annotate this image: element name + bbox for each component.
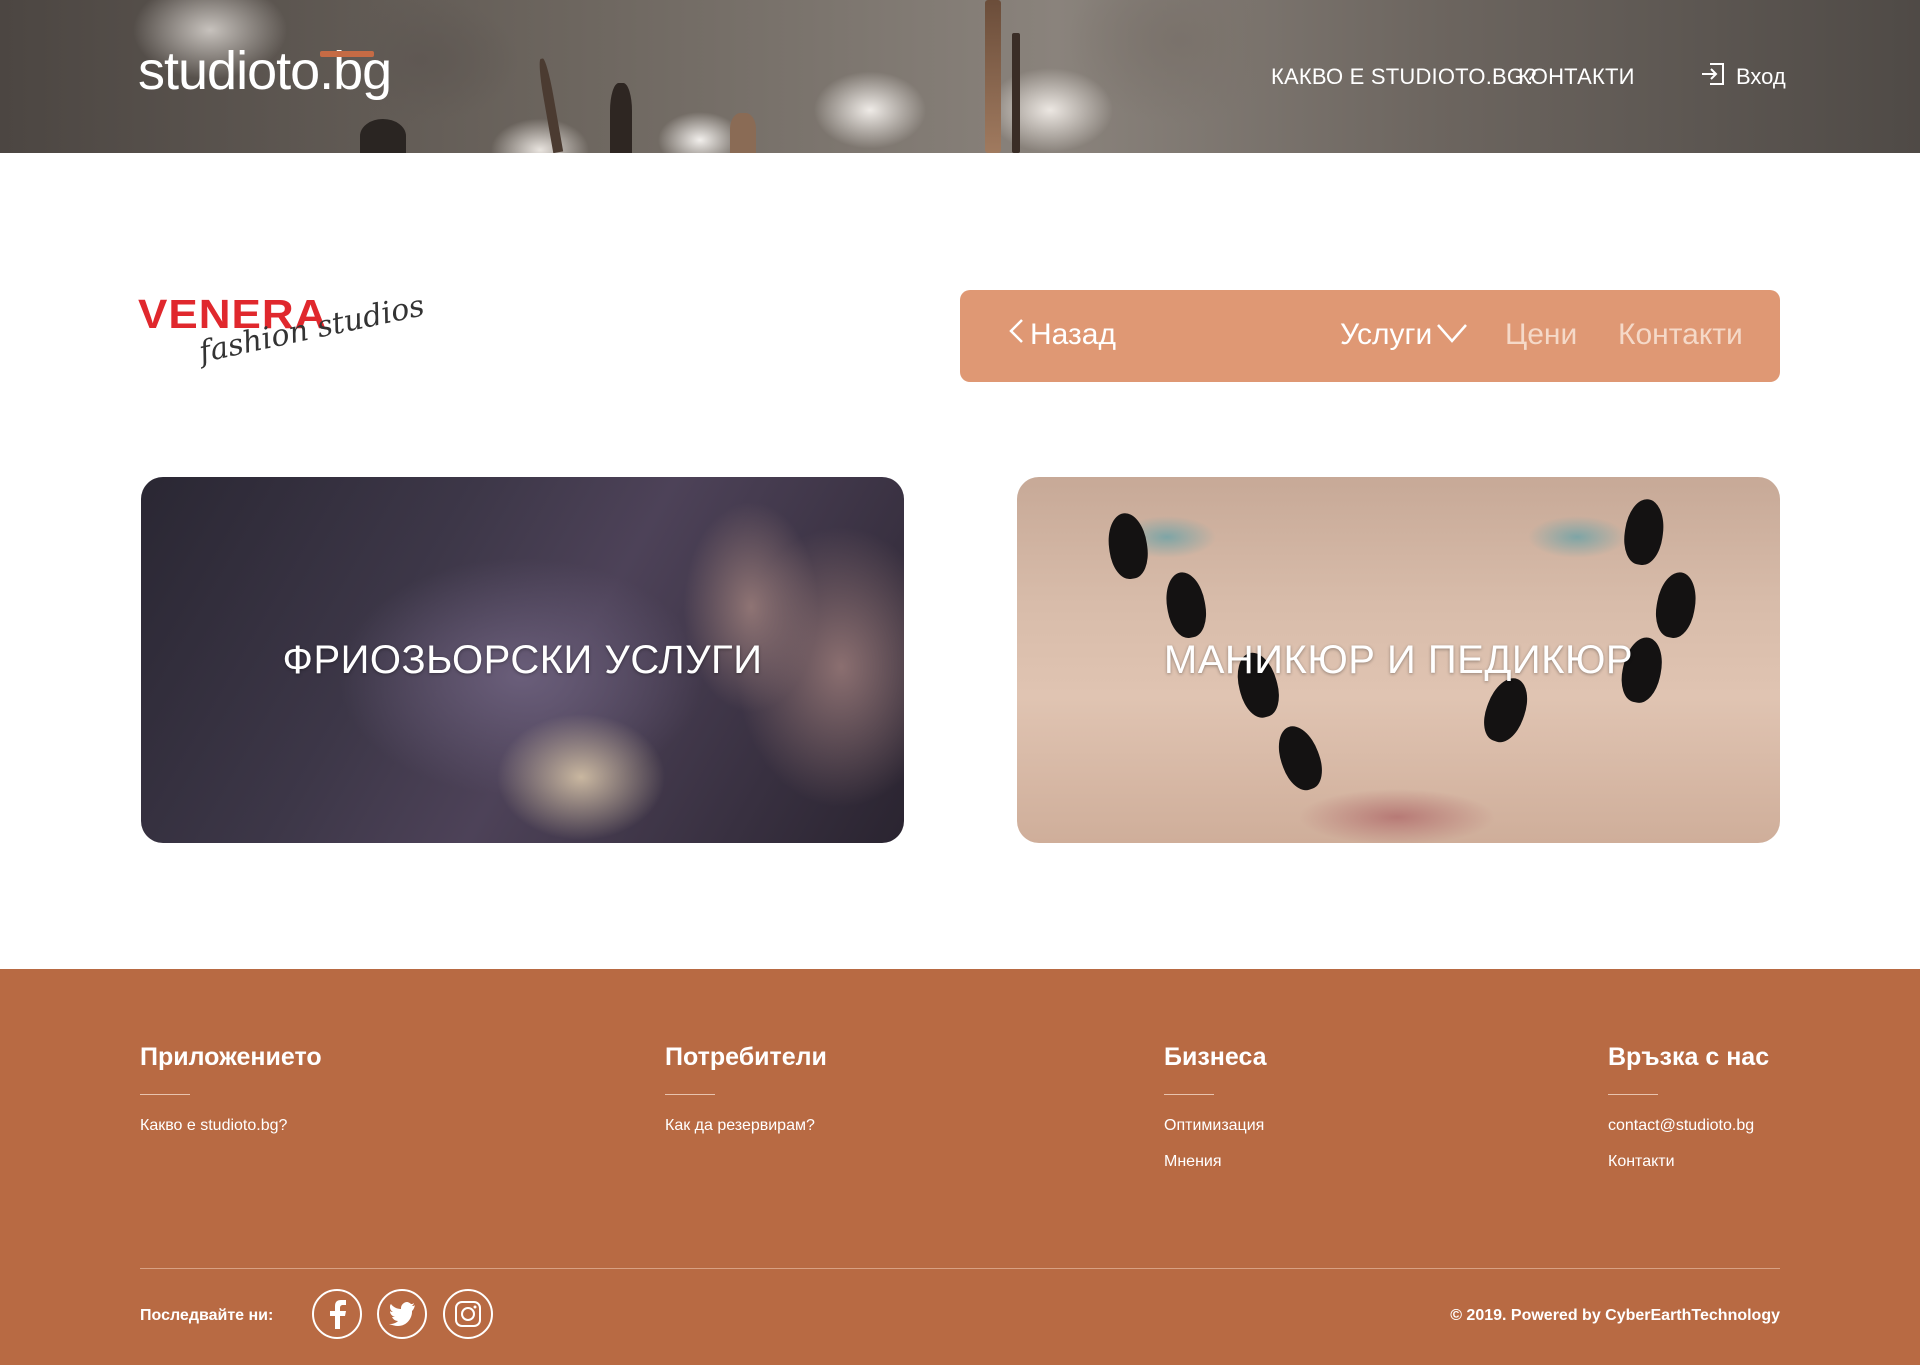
services-dropdown[interactable]: Услуги — [1340, 318, 1468, 352]
back-label: Назад — [1030, 318, 1116, 351]
login-label: Вход — [1736, 64, 1786, 89]
instagram-icon[interactable] — [443, 1289, 493, 1339]
site-logo-text: studioto.bg — [138, 41, 392, 101]
salon-nav-bar: Назад Услуги Цени Контакти — [960, 290, 1780, 382]
nav-contacts[interactable]: КОНТАКТИ — [1518, 64, 1635, 90]
footer-divider — [1164, 1094, 1214, 1095]
footer-link[interactable]: Как да резервирам? — [665, 1117, 827, 1135]
comb-icon — [320, 51, 374, 57]
footer-column-title: Потребители — [665, 1043, 827, 1071]
copyright-text: © 2019. Powered by CyberEarthTechnology — [1450, 1307, 1780, 1324]
twitter-icon[interactable] — [377, 1289, 427, 1339]
prices-link[interactable]: Цени — [1505, 318, 1577, 352]
service-card-hair[interactable]: ФРИОЗЬОРСКИ УСЛУГИ — [141, 477, 904, 843]
footer-link[interactable]: Оптимизация — [1164, 1117, 1267, 1135]
footer-column-title: Връзка с нас — [1608, 1043, 1770, 1071]
brush-decoration — [610, 83, 632, 153]
footer: Приложението Какво е studioto.bg? Потреб… — [0, 969, 1920, 1365]
footer-column-title: Приложението — [140, 1043, 322, 1071]
brush-decoration — [536, 57, 564, 153]
login-icon — [1700, 62, 1726, 92]
back-link[interactable]: Назад — [1008, 318, 1116, 352]
footer-divider — [1608, 1094, 1658, 1095]
chevron-left-icon — [1008, 318, 1024, 352]
footer-column-business: Бизнеса Оптимизация Мнения — [1164, 1043, 1267, 1189]
brush-decoration — [1012, 33, 1020, 153]
brush-decoration — [985, 0, 1001, 153]
footer-divider — [665, 1094, 715, 1095]
footer-column-users: Потребители Как да резервирам? — [665, 1043, 827, 1153]
services-label: Услуги — [1340, 318, 1433, 351]
follow-label: Последвайте ни: — [140, 1307, 274, 1324]
footer-column-title: Бизнеса — [1164, 1043, 1267, 1071]
service-card-title: ФРИОЗЬОРСКИ УСЛУГИ — [282, 637, 763, 682]
nav-what-is[interactable]: КАКВО Е STUDIOTO.BG? — [1271, 64, 1537, 90]
footer-link[interactable]: Какво е studioto.bg? — [140, 1117, 322, 1135]
salon-logo: VENERA fashion studios — [138, 288, 428, 392]
header-banner: studioto.bg КАКВО Е STUDIOTO.BG? КОНТАКТ… — [0, 0, 1920, 153]
service-card-nails[interactable]: МАНИКЮР И ПЕДИКЮР — [1017, 477, 1780, 843]
brush-decoration — [360, 119, 406, 153]
footer-email-link[interactable]: contact@studioto.bg — [1608, 1117, 1769, 1135]
service-card-title: МАНИКЮР И ПЕДИКЮР — [1163, 637, 1634, 682]
contacts-link[interactable]: Контакти — [1618, 318, 1743, 352]
brush-decoration — [730, 113, 756, 153]
login-button[interactable]: Вход — [1700, 62, 1786, 92]
footer-column-app: Приложението Какво е studioto.bg? — [140, 1043, 322, 1153]
footer-link[interactable]: Контакти — [1608, 1153, 1769, 1171]
footer-column-contact: Връзка с нас contact@studioto.bg Контакт… — [1608, 1043, 1769, 1189]
facebook-icon[interactable] — [312, 1289, 362, 1339]
chevron-down-icon — [1436, 318, 1468, 352]
site-logo[interactable]: studioto.bg — [138, 40, 392, 102]
footer-separator — [140, 1268, 1780, 1269]
footer-divider — [140, 1094, 190, 1095]
footer-link[interactable]: Мнения — [1164, 1153, 1267, 1171]
